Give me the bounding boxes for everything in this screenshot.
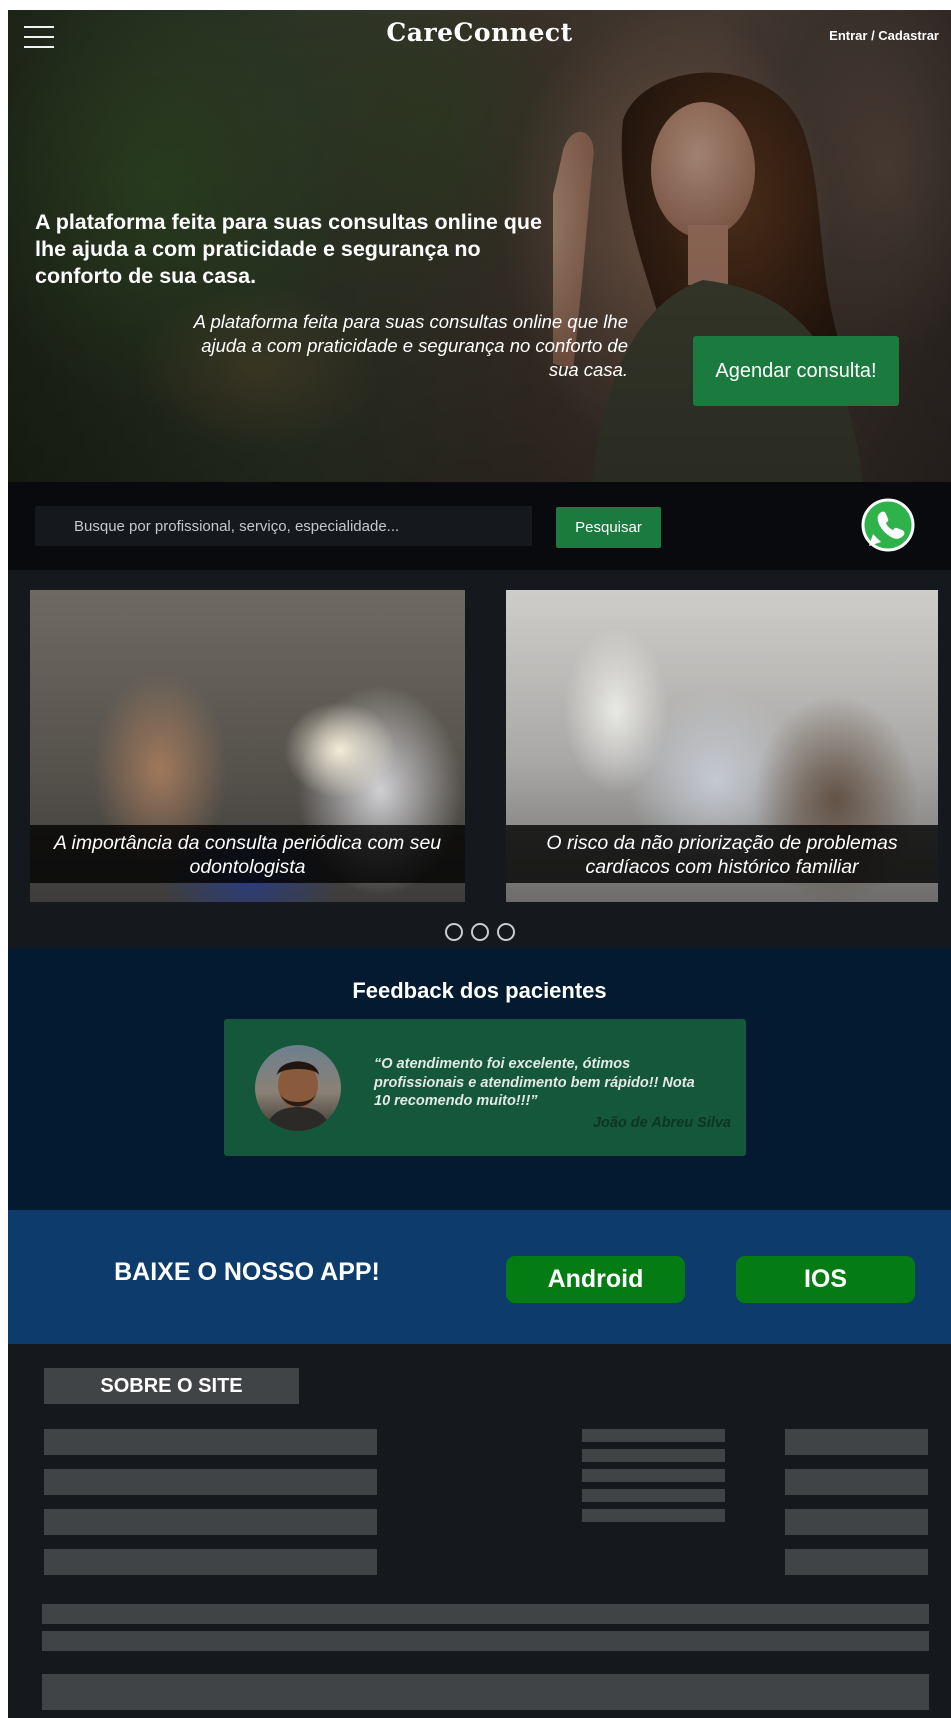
ios-download-button[interactable]: IOS (736, 1256, 915, 1303)
hamburger-menu-icon[interactable] (24, 24, 56, 50)
footer-text-placeholder (42, 1604, 929, 1624)
avatar (255, 1045, 341, 1131)
footer-link-placeholder[interactable] (44, 1469, 377, 1495)
footer-link-placeholder[interactable] (785, 1469, 928, 1495)
article-caption: O risco da não priorização de problemas … (506, 825, 938, 883)
hero-banner: CareConnect Entrar / Cadastrar A platafo… (8, 10, 951, 482)
search-input[interactable] (35, 506, 532, 546)
footer-link-placeholder[interactable] (785, 1429, 928, 1455)
carousel-pagination (8, 923, 951, 943)
footer: SOBRE O SITE (8, 1344, 951, 1718)
download-app-section: BAIXE O NOSSO APP! Android IOS (8, 1210, 951, 1344)
carousel-dot-1[interactable] (444, 923, 463, 941)
articles-carousel: A importância da consulta periódica com … (8, 570, 951, 948)
whatsapp-icon[interactable] (861, 498, 915, 552)
footer-link-placeholder[interactable] (785, 1549, 928, 1575)
footer-link-placeholder[interactable] (44, 1509, 377, 1535)
footer-heading: SOBRE O SITE (44, 1368, 299, 1404)
article-card-cardiology[interactable]: O risco da não priorização de problemas … (506, 590, 938, 902)
android-download-button[interactable]: Android (506, 1256, 685, 1303)
footer-link-placeholder[interactable] (44, 1429, 377, 1455)
footer-link-placeholder[interactable] (582, 1429, 725, 1442)
footer-link-placeholder[interactable] (582, 1509, 725, 1522)
feedback-title: Feedback dos pacientes (352, 978, 607, 1003)
testimonial-quote: “O atendimento foi excelente, ótimos pro… (374, 1056, 695, 1109)
footer-copyright-placeholder (42, 1674, 929, 1710)
brand-name[interactable]: CareConnect (386, 18, 572, 47)
download-app-title: BAIXE O NOSSO APP! (114, 1258, 380, 1286)
hero-subtitle: A plataforma feita para suas consultas o… (193, 311, 628, 380)
footer-text-placeholder (42, 1631, 929, 1651)
carousel-dot-2[interactable] (470, 923, 489, 941)
search-button[interactable]: Pesquisar (556, 507, 661, 548)
footer-link-placeholder[interactable] (44, 1549, 377, 1575)
carousel-dot-3[interactable] (496, 923, 515, 941)
schedule-appointment-button[interactable]: Agendar consulta! (693, 336, 899, 406)
footer-link-placeholder[interactable] (582, 1469, 725, 1482)
footer-link-placeholder[interactable] (582, 1449, 725, 1462)
testimonial-author: João de Abreu Silva (592, 1115, 731, 1131)
article-card-dentist[interactable]: A importância da consulta periódica com … (30, 590, 465, 902)
footer-link-placeholder[interactable] (582, 1489, 725, 1502)
article-caption: A importância da consulta periódica com … (30, 825, 465, 883)
login-signup-link[interactable]: Entrar / Cadastrar (829, 28, 939, 43)
page: CareConnect Entrar / Cadastrar A platafo… (8, 10, 951, 1718)
patient-feedback-section: Feedback dos pacientes “O atendimento fo… (8, 948, 951, 1210)
hero-title: A plataforma feita para suas consultas o… (35, 210, 542, 288)
testimonial-card: “O atendimento foi excelente, ótimos pro… (224, 1019, 746, 1156)
footer-link-placeholder[interactable] (785, 1509, 928, 1535)
